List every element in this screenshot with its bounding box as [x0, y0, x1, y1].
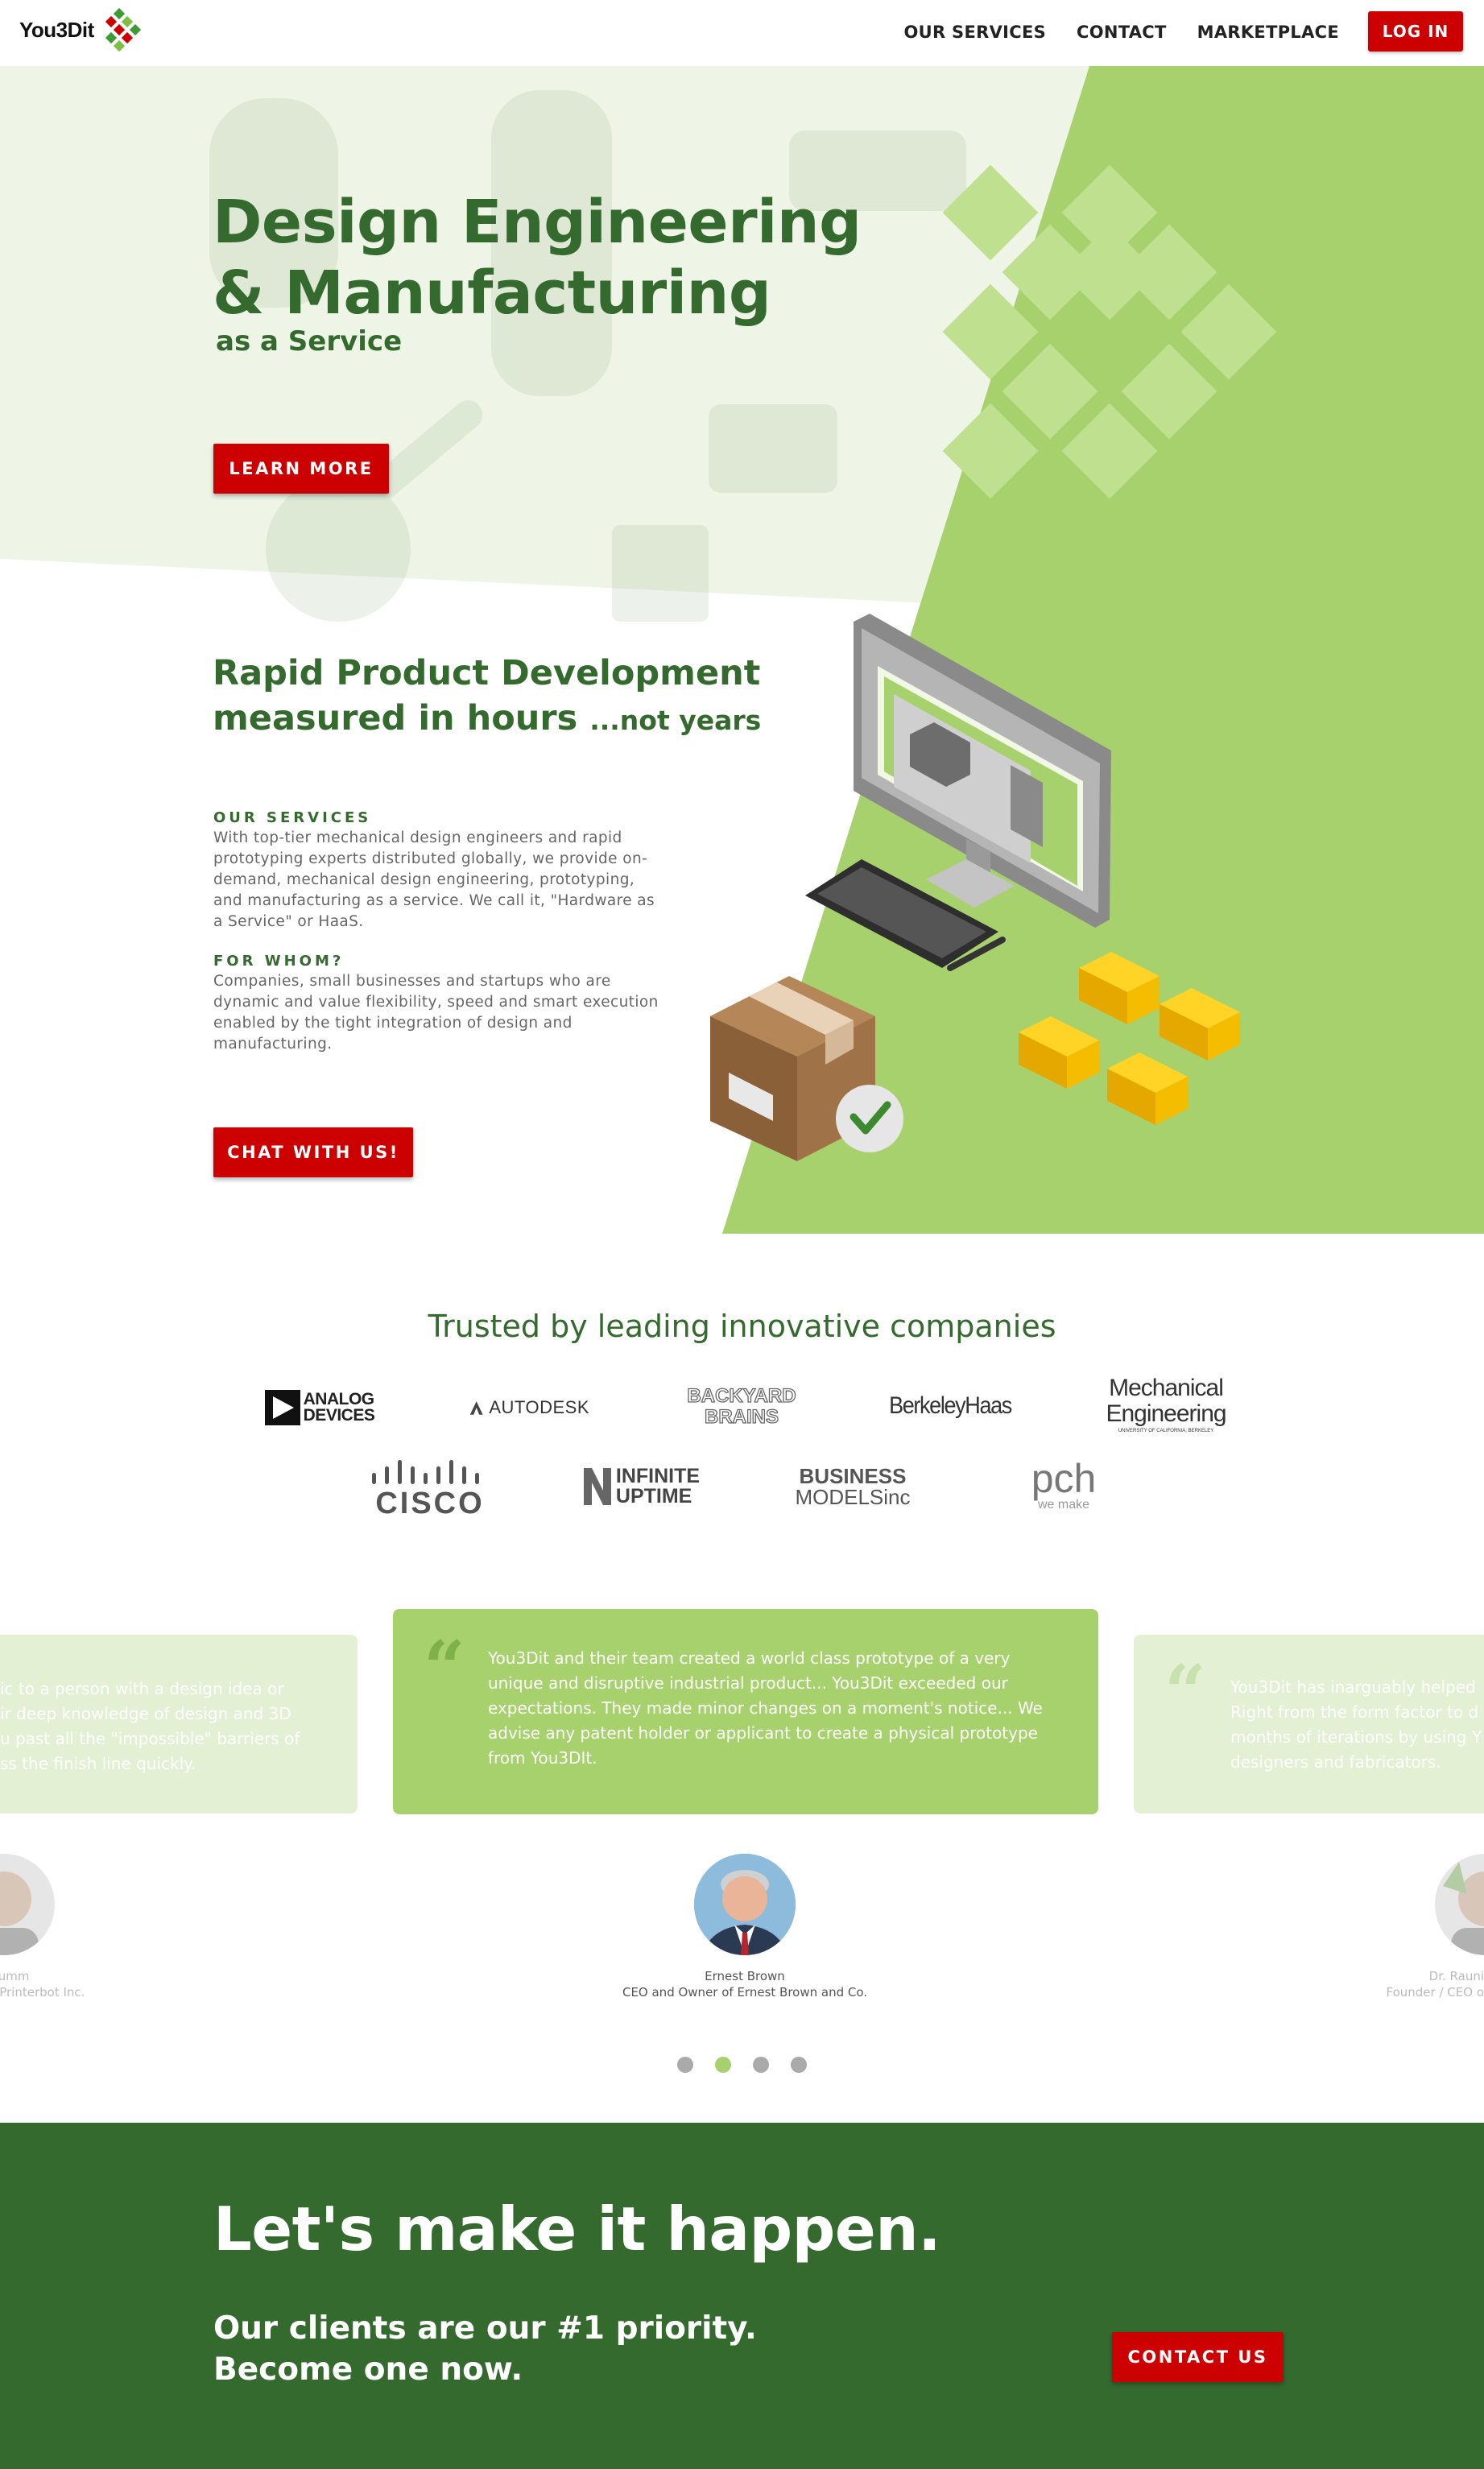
infinite-line1: INFINITE	[615, 1465, 701, 1487]
autodesk-logo: AUTODESK	[469, 1393, 589, 1422]
chat-with-us-button[interactable]: CHAT WITH US!	[213, 1127, 413, 1177]
for-whom-text: Companies, small businesses and startups…	[213, 973, 659, 1053]
business-line2: MODELSinc	[795, 1485, 911, 1509]
business-line1: BUSINESS	[799, 1464, 907, 1488]
testimonial-right-text: You3Dit has inarguably helped Right from…	[1230, 1677, 1482, 1772]
pch-text: pch	[1031, 1456, 1097, 1501]
infinite-line2: UPTIME	[615, 1485, 692, 1507]
testimonial-card-left: ic to a person with a design idea or ir …	[0, 1635, 358, 1813]
quote-mark-icon: “	[424, 1625, 465, 1710]
rapid-heading-line1: Rapid Product Development	[213, 653, 761, 693]
mech-line1: Mechanical	[1109, 1375, 1224, 1401]
testimonial-left-text: ic to a person with a design idea or ir …	[0, 1679, 300, 1773]
rapid-development-heading: Rapid Product Development measured in ho…	[213, 651, 761, 743]
mech-line2: Engineering	[1106, 1400, 1226, 1427]
rapid-heading-line2: measured in hours ...not years	[213, 696, 761, 743]
carousel-dot-4[interactable]	[791, 2057, 807, 2073]
analog-devices-triangle-icon	[264, 1390, 300, 1425]
autodesk-a-icon	[469, 1401, 483, 1415]
carousel-dot-2-active[interactable]	[715, 2057, 731, 2073]
hero-title: Design Engineering & Manufacturing	[213, 187, 862, 329]
pch-tagline: we make	[1037, 1498, 1090, 1512]
cta-title: Let's make it happen.	[213, 2194, 941, 2264]
mech-line3: UNIVERSITY OF CALIFORNIA, BERKELEY	[1118, 1429, 1214, 1433]
cta-line2: Become one now.	[213, 2351, 523, 2388]
nav-contact[interactable]: CONTACT	[1077, 23, 1167, 42]
mechanical-engineering-logo: Mechanical Engineering UNIVERSITY OF CAL…	[1102, 1371, 1230, 1440]
cta-section: Let's make it happen. Our clients are ou…	[0, 2123, 1484, 2469]
left-person-role: of Printerbot Inc.	[0, 1985, 85, 2000]
avatar-left	[0, 1854, 55, 1955]
analog-line1: ANALOG	[303, 1390, 374, 1408]
nav-our-services[interactable]: OUR SERVICES	[903, 23, 1046, 42]
testimonial-card-right: “ You3Dit has inarguably helped Right fr…	[1134, 1635, 1484, 1813]
contact-us-button[interactable]: CONTACT US	[1112, 2332, 1284, 2382]
berkeley-haas-logo: BerkeleyHaas	[889, 1392, 1012, 1419]
business-models-logo: BUSINESS MODELSinc	[787, 1462, 918, 1511]
left-person-name: Drumm	[0, 1969, 30, 1983]
brand-name: You3Dit	[19, 17, 94, 42]
right-person-role: Founder / CEO o	[1386, 1985, 1484, 2000]
testimonial-left-person: Drumm of Printerbot Inc.	[0, 1968, 129, 2000]
cisco-logo: CISCO	[361, 1454, 499, 1524]
pch-logo: pch we make	[1013, 1454, 1114, 1517]
login-button[interactable]: LOG IN	[1368, 11, 1463, 52]
hero-subtitle: as a Service	[216, 325, 403, 358]
avatar-ernest-brown	[694, 1854, 796, 1955]
backyard-line1: BACKYARD	[687, 1385, 796, 1407]
quote-mark-icon: “	[1164, 1649, 1206, 1735]
hero-section: Design Engineering & Manufacturing as a …	[0, 66, 1484, 1234]
carousel-dot-1[interactable]	[677, 2057, 693, 2073]
rapid-heading-small: ...not years	[589, 705, 762, 736]
for-whom-heading: FOR WHOM?	[213, 953, 345, 970]
hero-title-line1: Design Engineering	[213, 188, 862, 257]
center-person-name: Ernest Brown	[705, 1969, 785, 1983]
cisco-bars-icon	[372, 1460, 479, 1484]
backyard-line2: BRAINS	[704, 1406, 779, 1428]
testimonial-center-person: Ernest Brown CEO and Owner of Ernest Bro…	[564, 1968, 926, 2000]
testimonial-center-text: You3Dit and their team created a world c…	[488, 1648, 1043, 1768]
nav-links: OUR SERVICES CONTACT MARKETPLACE	[903, 23, 1339, 42]
services-text: With top-tier mechanical design engineer…	[213, 829, 655, 930]
analog-line2: DEVICES	[303, 1406, 375, 1425]
testimonial-right-person: Dr. Rauni Founder / CEO o	[1369, 1968, 1484, 2000]
autodesk-text: AUTODESK	[489, 1397, 589, 1417]
carousel-dot-3[interactable]	[753, 2057, 769, 2073]
top-navbar: You3Dit OUR SERVICES CONTACT MARKETPLACE…	[0, 0, 1484, 66]
cisco-text: CISCO	[375, 1487, 485, 1520]
right-person-name: Dr. Rauni	[1428, 1969, 1484, 1983]
infinite-uptime-logo: INFINITE UPTIME	[577, 1461, 705, 1512]
learn-more-button[interactable]: LEARN MORE	[213, 444, 389, 494]
brand-cube-logo-icon	[105, 8, 141, 52]
backyard-brains-logo: BACKYARD BRAINS	[680, 1382, 803, 1432]
infinite-uptime-mark-icon	[583, 1468, 611, 1505]
analog-devices-logo: ANALOG DEVICES	[259, 1388, 380, 1427]
rapid-heading-main: measured in hours	[213, 698, 578, 738]
testimonial-card-center: “ You3Dit and their team created a world…	[393, 1609, 1098, 1814]
nav-marketplace[interactable]: MARKETPLACE	[1197, 23, 1339, 42]
avatar-right	[1435, 1854, 1484, 1955]
cta-subtitle: Our clients are our #1 priority. Become …	[213, 2308, 757, 2390]
services-heading: OUR SERVICES	[213, 809, 372, 826]
trusted-heading: Trusted by leading innovative companies	[428, 1309, 1056, 1344]
cta-line1: Our clients are our #1 priority.	[213, 2310, 757, 2347]
center-person-role: CEO and Owner of Ernest Brown and Co.	[622, 1985, 868, 2000]
brand-logo-link[interactable]: You3Dit	[19, 8, 143, 52]
hero-title-line2: & Manufacturing	[213, 258, 771, 328]
